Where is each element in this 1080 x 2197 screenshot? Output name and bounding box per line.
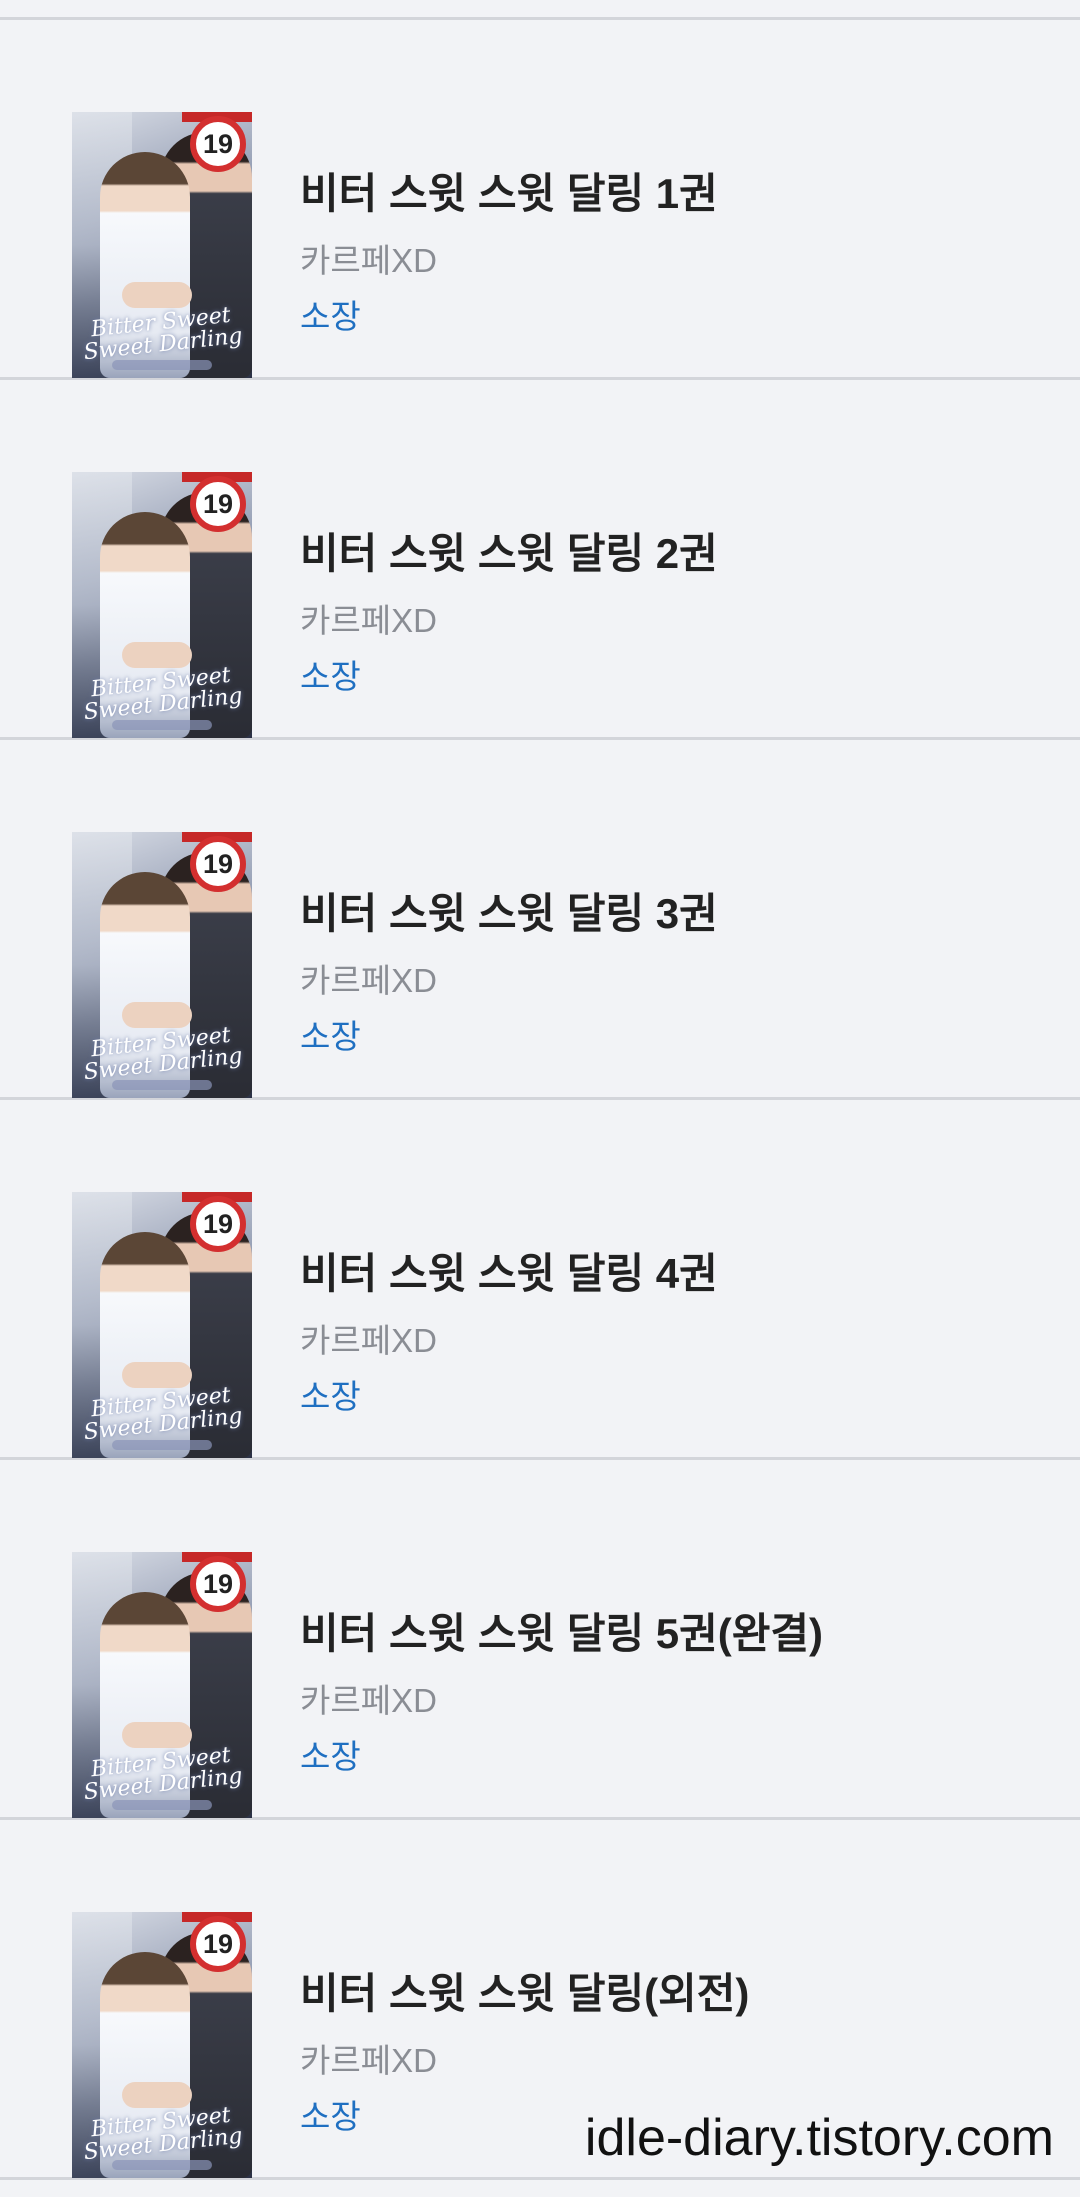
- book-list: Bitter Sweet Sweet Darling 19 비터 스윗 스윗 달…: [0, 20, 1080, 2180]
- book-author: 카르페XD: [300, 1682, 437, 1719]
- age-rating-badge: 19: [190, 836, 246, 892]
- book-title[interactable]: 비터 스윗 스윗 달링 5권(완결): [300, 1600, 823, 1661]
- book-status: 소장: [300, 1018, 361, 1055]
- book-item-5[interactable]: Bitter Sweet Sweet Darling 19 비터 스윗 스윗 달…: [0, 1460, 1080, 1820]
- book-status: 소장: [300, 1378, 361, 1415]
- book-item-3[interactable]: Bitter Sweet Sweet Darling 19 비터 스윗 스윗 달…: [0, 740, 1080, 1100]
- library-page: Bitter Sweet Sweet Darling 19 비터 스윗 스윗 달…: [0, 0, 1080, 2197]
- book-status: 소장: [300, 658, 361, 695]
- book-title[interactable]: 비터 스윗 스윗 달링 2권: [300, 520, 718, 581]
- book-status: 소장: [300, 2098, 361, 2135]
- book-author: 카르페XD: [300, 2042, 437, 2079]
- book-author: 카르페XD: [300, 1322, 437, 1359]
- book-item-4[interactable]: Bitter Sweet Sweet Darling 19 비터 스윗 스윗 달…: [0, 1100, 1080, 1460]
- book-cover[interactable]: Bitter Sweet Sweet Darling 19: [72, 1192, 252, 1458]
- book-title[interactable]: 비터 스윗 스윗 달링 3권: [300, 880, 718, 941]
- book-author: 카르페XD: [300, 242, 437, 279]
- book-item-2[interactable]: Bitter Sweet Sweet Darling 19 비터 스윗 스윗 달…: [0, 380, 1080, 740]
- book-title[interactable]: 비터 스윗 스윗 달링(외전): [300, 1960, 749, 2021]
- book-status: 소장: [300, 1738, 361, 1775]
- age-rating-badge: 19: [190, 116, 246, 172]
- book-cover[interactable]: Bitter Sweet Sweet Darling 19: [72, 112, 252, 378]
- book-cover[interactable]: Bitter Sweet Sweet Darling 19: [72, 1912, 252, 2178]
- age-rating-badge: 19: [190, 476, 246, 532]
- book-cover[interactable]: Bitter Sweet Sweet Darling 19: [72, 1552, 252, 1818]
- age-rating-badge: 19: [190, 1196, 246, 1252]
- book-item-1[interactable]: Bitter Sweet Sweet Darling 19 비터 스윗 스윗 달…: [0, 20, 1080, 380]
- book-status: 소장: [300, 298, 361, 335]
- book-title[interactable]: 비터 스윗 스윗 달링 4권: [300, 1240, 718, 1301]
- book-cover[interactable]: Bitter Sweet Sweet Darling 19: [72, 472, 252, 738]
- age-rating-badge: 19: [190, 1556, 246, 1612]
- book-title[interactable]: 비터 스윗 스윗 달링 1권: [300, 160, 718, 221]
- watermark-text: idle-diary.tistory.com: [584, 2109, 1054, 2167]
- book-author: 카르페XD: [300, 602, 437, 639]
- age-rating-badge: 19: [190, 1916, 246, 1972]
- book-cover[interactable]: Bitter Sweet Sweet Darling 19: [72, 832, 252, 1098]
- book-author: 카르페XD: [300, 962, 437, 999]
